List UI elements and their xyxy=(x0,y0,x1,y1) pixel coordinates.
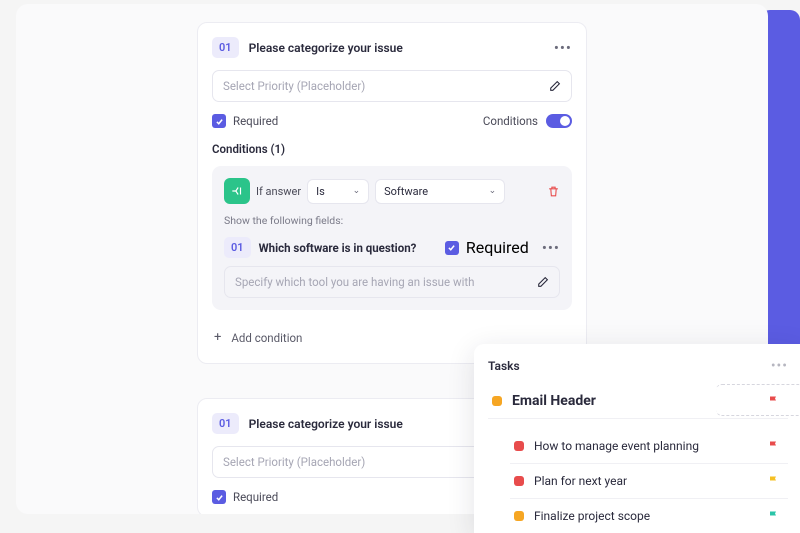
nested-field-title: Which software is in question? xyxy=(259,241,417,255)
task-row[interactable]: Plan for next year xyxy=(510,464,788,499)
nested-left: 01 Which software is in question? xyxy=(224,237,416,258)
field-header: 01 Please categorize your issue ••• xyxy=(212,37,572,58)
task-name: How to manage event planning xyxy=(534,439,699,453)
required-checkbox[interactable] xyxy=(212,490,226,504)
form-field-1: 01 Please categorize your issue ••• Sele… xyxy=(197,22,587,364)
task-left: Plan for next year xyxy=(514,474,627,488)
more-icon[interactable]: ••• xyxy=(771,358,788,374)
priority-placeholder-input[interactable]: Select Priority (Placeholder) xyxy=(212,70,572,102)
show-following-label: Show the following fields: xyxy=(224,214,560,227)
nested-number-badge: 01 xyxy=(224,237,251,258)
flag-icon[interactable] xyxy=(768,475,780,487)
required-row: Required Conditions xyxy=(212,114,572,128)
nested-placeholder-text: Specify which tool you are having an iss… xyxy=(235,275,474,289)
status-dot xyxy=(492,396,502,406)
task-sublist: How to manage event planning Plan for ne… xyxy=(488,429,788,533)
plus-icon: + xyxy=(214,330,221,345)
nested-required-checkbox[interactable] xyxy=(445,241,459,255)
task-name: Finalize project scope xyxy=(534,509,650,523)
tasks-header: Tasks ••• xyxy=(488,358,788,374)
status-dot xyxy=(514,511,524,521)
conditions-toggle[interactable] xyxy=(546,114,572,128)
field-title-row: 01 Please categorize your issue xyxy=(212,37,403,58)
more-icon[interactable]: ••• xyxy=(554,39,572,57)
chevron-down-icon: ⌄ xyxy=(489,186,497,196)
pencil-icon[interactable] xyxy=(548,80,561,93)
if-answer-label: If answer xyxy=(256,185,301,198)
nested-required-label: Required xyxy=(466,238,529,257)
required-checkbox[interactable] xyxy=(212,114,226,128)
task-row[interactable]: Finalize project scope xyxy=(510,499,788,533)
flag-icon[interactable] xyxy=(768,510,780,522)
required-label: Required xyxy=(233,490,278,504)
drop-zone[interactable] xyxy=(716,384,800,416)
required-label: Required xyxy=(233,114,278,128)
chevron-down-icon: ⌄ xyxy=(353,186,361,196)
task-left: Finalize project scope xyxy=(514,509,650,523)
operator-select[interactable]: Is ⌄ xyxy=(307,179,369,204)
field-label: Please categorize your issue xyxy=(249,417,403,431)
status-dot xyxy=(514,476,524,486)
tasks-card: Tasks ••• Email Header How to manage eve… xyxy=(474,344,800,533)
field-label: Please categorize your issue xyxy=(249,41,403,55)
field-title-row: 01 Please categorize your issue xyxy=(212,413,403,434)
pencil-icon[interactable] xyxy=(536,276,549,289)
condition-box: If answer Is ⌄ Software ⌄ Show the follo… xyxy=(212,166,572,310)
branch-icon xyxy=(224,178,250,204)
operator-value: Is xyxy=(316,185,325,198)
nested-placeholder-input[interactable]: Specify which tool you are having an iss… xyxy=(224,266,560,298)
more-icon[interactable]: ••• xyxy=(542,239,560,257)
conditions-section: Conditions (1) If answer Is ⌄ Software ⌄ xyxy=(212,142,572,351)
tasks-title: Tasks xyxy=(488,359,520,373)
condition-rule-row: If answer Is ⌄ Software ⌄ xyxy=(224,178,560,204)
nested-field-header: 01 Which software is in question? Requir… xyxy=(224,237,560,258)
status-dot xyxy=(514,441,524,451)
nested-required: Required ••• xyxy=(445,238,560,257)
flag-icon[interactable] xyxy=(768,440,780,452)
task-row[interactable]: How to manage event planning xyxy=(510,429,788,464)
required-left: Required xyxy=(212,114,278,128)
value-select[interactable]: Software ⌄ xyxy=(375,179,505,204)
placeholder-text: Select Priority (Placeholder) xyxy=(223,455,365,469)
conditions-right: Conditions xyxy=(483,114,572,128)
placeholder-text: Select Priority (Placeholder) xyxy=(223,79,365,93)
conditions-heading: Conditions (1) xyxy=(212,142,572,156)
task-name: Plan for next year xyxy=(534,474,627,488)
field-number-badge: 01 xyxy=(212,37,239,58)
task-name: Email Header xyxy=(512,393,596,409)
task-left: How to manage event planning xyxy=(514,439,699,453)
conditions-label: Conditions xyxy=(483,114,538,128)
required-left: Required xyxy=(212,490,278,504)
trash-icon[interactable] xyxy=(547,185,560,198)
task-left: Email Header xyxy=(492,393,596,409)
add-condition-label: Add condition xyxy=(231,331,302,345)
value-selected: Software xyxy=(384,185,428,198)
field-number-badge: 01 xyxy=(212,413,239,434)
